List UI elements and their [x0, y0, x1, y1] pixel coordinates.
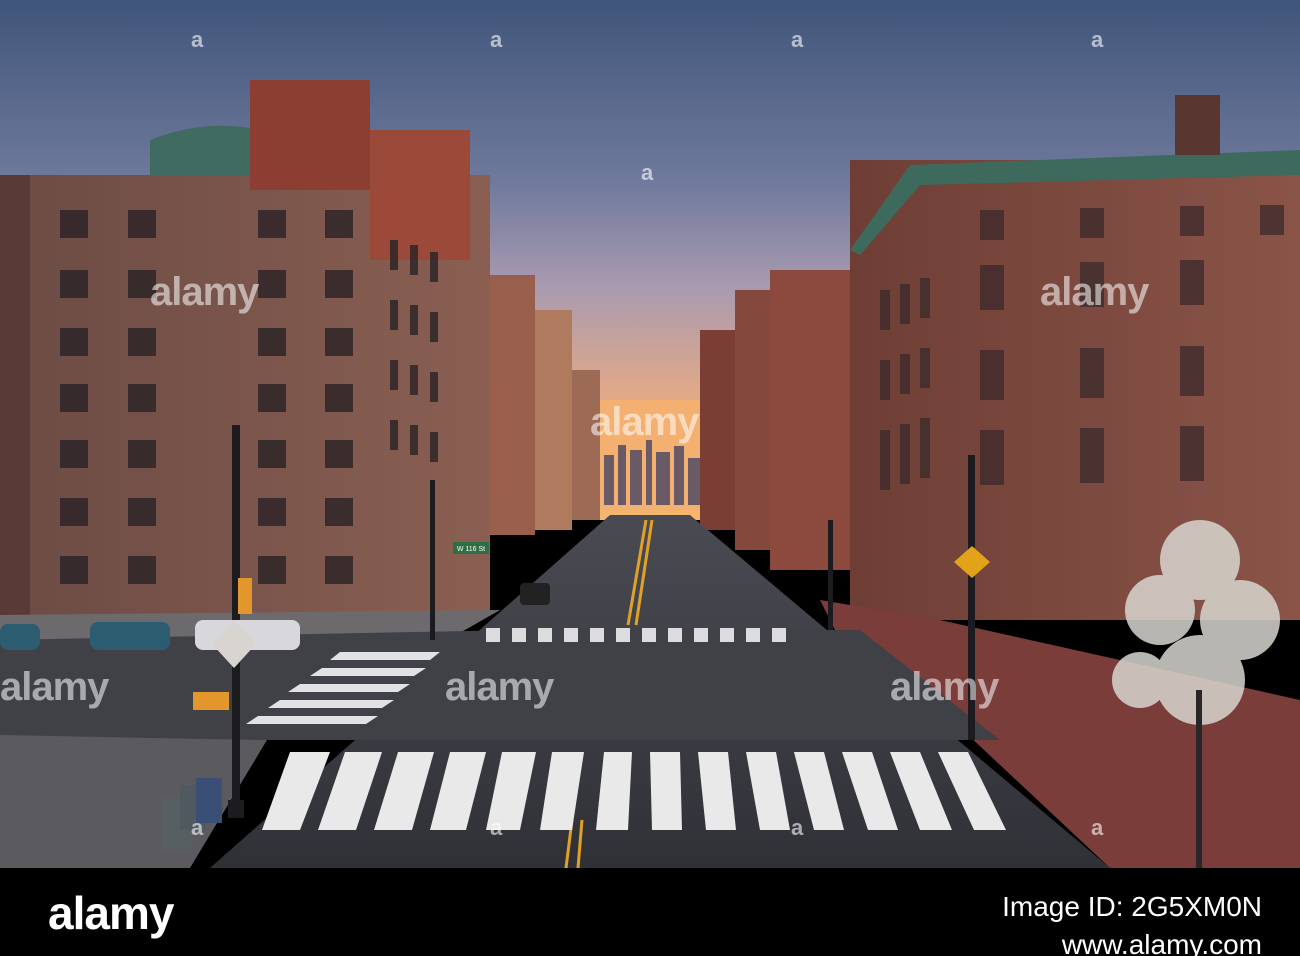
watermark-mark: a: [1091, 27, 1104, 52]
image-id-block: Image ID: 2G5XM0N www.alamy.com: [1002, 888, 1262, 956]
alamy-logo[interactable]: alamy: [48, 886, 174, 940]
stock-photo-frame: W 116 St alamy alamy alamy alamy alamy a…: [0, 0, 1300, 956]
watermark-logo: alamy: [590, 400, 699, 444]
watermark-mark: a: [490, 27, 503, 52]
watermark-logo: alamy: [1040, 270, 1149, 314]
watermark-mark: a: [191, 27, 204, 52]
watermark-logo: alamy: [445, 665, 554, 709]
watermark-mark: a: [490, 815, 503, 840]
watermark-logo: alamy: [150, 270, 259, 314]
watermark-mark: a: [791, 27, 804, 52]
watermark-logo: alamy: [890, 665, 999, 709]
watermark-mark: a: [791, 815, 804, 840]
stock-footer-bar: alamy Image ID: 2G5XM0N www.alamy.com: [0, 868, 1300, 956]
watermark-mark: a: [191, 815, 204, 840]
watermark-logo: alamy: [0, 665, 109, 709]
watermark-mark: a: [1091, 815, 1104, 840]
traffic-signal: [238, 578, 252, 614]
image-id-label: Image ID: 2G5XM0N: [1002, 891, 1262, 922]
site-url[interactable]: www.alamy.com: [1002, 926, 1262, 956]
watermark-mark: a: [641, 160, 654, 185]
street-name-sign: W 116 St: [453, 542, 489, 554]
svg-text:W 116 St: W 116 St: [457, 546, 485, 553]
